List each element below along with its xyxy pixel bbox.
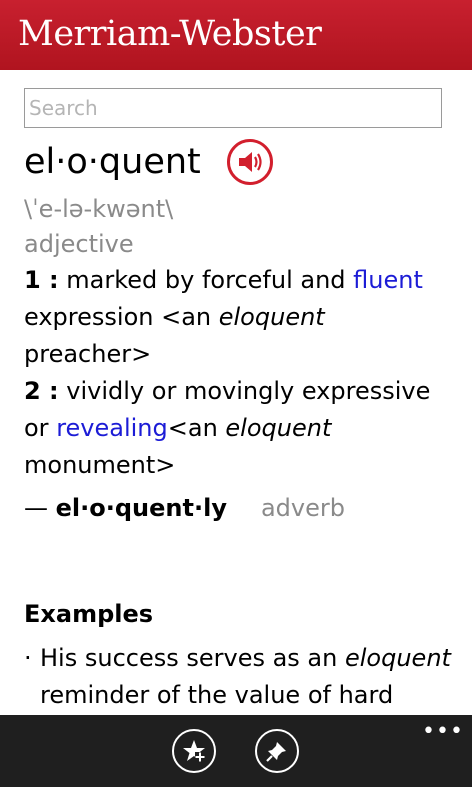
add-favorite-button[interactable] [172,729,216,773]
favorite-star-add-icon [183,740,205,762]
example-after: reminder of the value of hard [40,681,394,709]
audio-pronunciation-button[interactable] [226,139,273,185]
example-word: eloquent [218,303,325,331]
definition-2: 2 : vividly or movingly expressive or re… [24,373,454,484]
example-word: eloquent [225,414,332,442]
headword: el·o·quent [24,142,201,182]
example-word: eloquent [344,644,451,672]
run-on-pos: adverb [260,494,345,522]
search-input[interactable] [24,88,442,128]
definition-1: 1 : marked by forceful and fluent expres… [24,262,454,373]
link-revealing[interactable]: revealing [56,414,168,442]
definition-text: marked by forceful and [58,266,354,294]
definition-number: 2 : [24,377,59,405]
pronunciation: \ˈe-lə-kwənt\ [24,195,174,223]
more-options-button[interactable]: ••• [422,719,464,744]
speaker-icon [238,152,262,172]
examples-heading: Examples [24,600,154,628]
definition-text: preacher> [24,340,152,368]
app-bar: ••• [0,715,472,787]
definition-text: <an [167,414,226,442]
run-on-word: el·o·quent·ly [55,494,227,522]
run-on-dash: — [24,494,56,522]
link-fluent[interactable]: fluent [353,266,423,294]
run-on-entry: — el·o·quent·ly adverb [24,488,454,528]
part-of-speech: adjective [24,230,134,258]
pin-icon [266,742,286,762]
app-header: Merriam-Webster [0,0,472,70]
brand-logo: Merriam-Webster [18,14,322,54]
definition-text: monument> [24,451,176,479]
pin-button[interactable] [255,729,299,773]
bullet: · [24,644,32,672]
definition-text: expression <an [24,303,219,331]
example-text: His success serves as an eloquent remind… [24,640,464,714]
definition-number: 1 : [24,266,59,294]
entry-content: el·o·quent \ˈe-lə-kwənt\ adjective 1 : m… [24,138,454,528]
example-item: · His success serves as an eloquent remi… [24,640,464,714]
headword-row: el·o·quent [24,138,454,186]
example-before: His success serves as an [40,644,345,672]
